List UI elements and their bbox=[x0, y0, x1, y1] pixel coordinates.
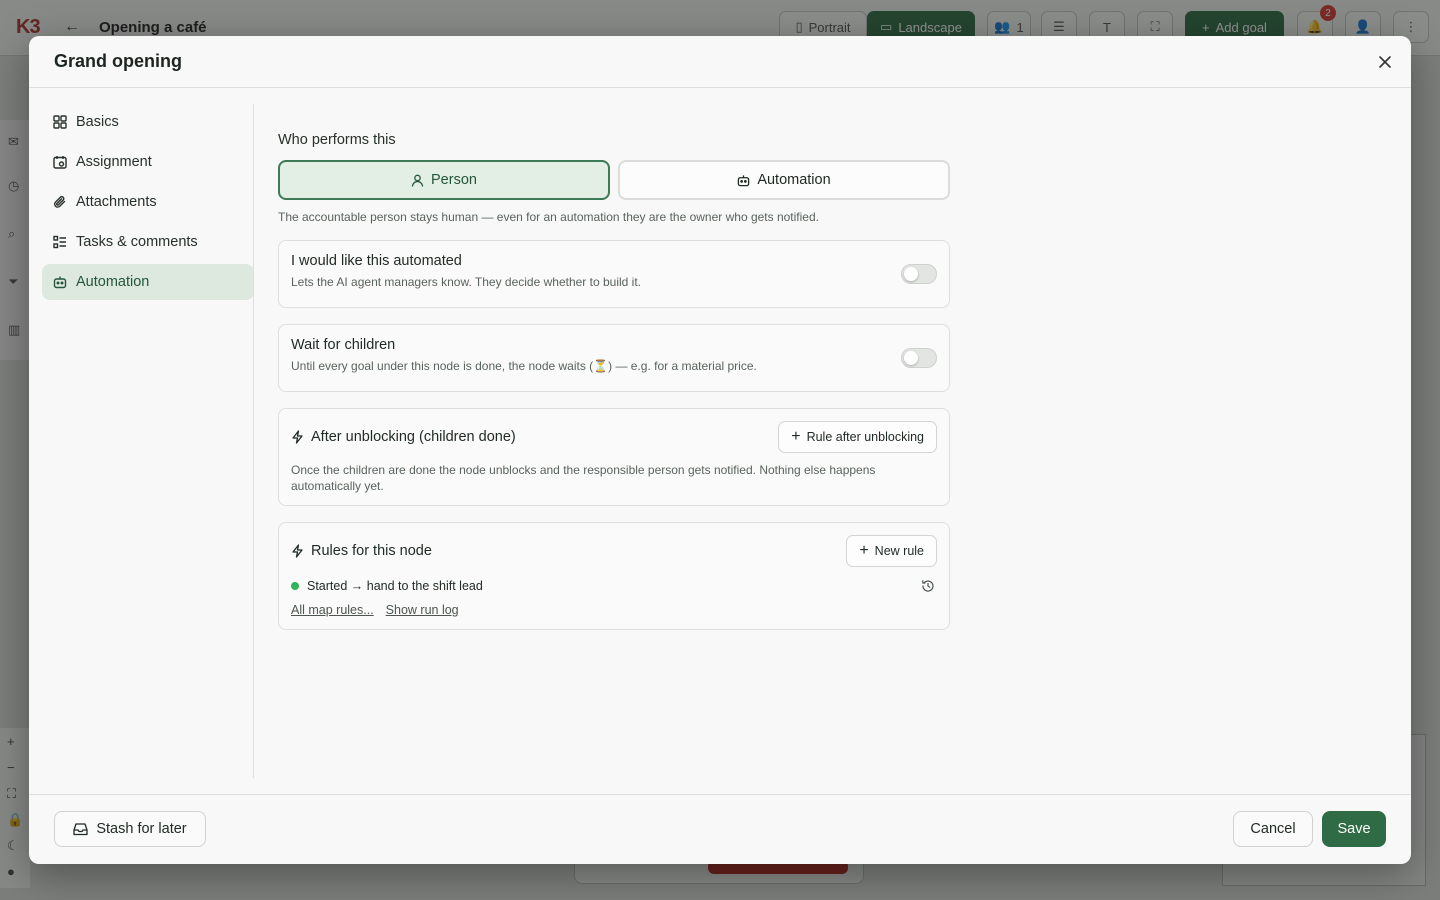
nav-item-label: Tasks & comments bbox=[76, 234, 198, 250]
lightning-icon bbox=[292, 430, 303, 444]
after-unblocking-title: After unblocking (children done) bbox=[311, 429, 516, 445]
toggle-knob bbox=[904, 267, 918, 281]
wait-children-card: Wait for children Until every goal under… bbox=[278, 324, 950, 392]
rule-item-text: Started → hand to the shift lead bbox=[307, 579, 483, 593]
plus-icon: + bbox=[791, 428, 801, 445]
close-icon bbox=[1379, 56, 1391, 68]
modal-footer: Stash for later Cancel Save bbox=[29, 794, 1411, 864]
rule-status-dot bbox=[291, 582, 299, 590]
nav-item-tasks-comments[interactable]: Tasks & comments bbox=[42, 224, 254, 260]
after-unblocking-desc: Once the children are done the node unbl… bbox=[291, 463, 876, 493]
nav-item-attachments[interactable]: Attachments bbox=[42, 184, 254, 220]
wait-children-toggle[interactable] bbox=[901, 348, 937, 368]
nav-item-label: Assignment bbox=[76, 154, 152, 170]
save-button[interactable]: Save bbox=[1322, 811, 1386, 847]
wait-children-desc: Until every goal under this node is done… bbox=[291, 359, 757, 373]
new-rule-button[interactable]: + New rule bbox=[846, 535, 937, 567]
nav-item-assignment[interactable]: Assignment bbox=[42, 144, 254, 180]
rule-after-unblocking-button[interactable]: + Rule after unblocking bbox=[778, 421, 937, 453]
performer-label: Who performs this bbox=[278, 132, 396, 148]
performer-person-option[interactable]: Person bbox=[278, 160, 610, 200]
robot-icon bbox=[738, 174, 750, 186]
after-unblocking-card: After unblocking (children done) + Rule … bbox=[278, 408, 950, 506]
node-rules-head: Rules for this node + New rule bbox=[291, 535, 937, 567]
all-map-rules-link[interactable]: All map rules... bbox=[291, 603, 374, 617]
nav-item-label: Attachments bbox=[76, 194, 157, 210]
automation-request-card: I would like this automated Lets the AI … bbox=[278, 240, 950, 308]
goal-modal: Grand opening Basics Assignment Attachme… bbox=[29, 36, 1411, 864]
history-icon[interactable] bbox=[921, 579, 935, 593]
cancel-button[interactable]: Cancel bbox=[1233, 811, 1313, 847]
robot-icon bbox=[52, 275, 67, 290]
toggle-knob bbox=[904, 351, 918, 365]
lightning-icon bbox=[292, 544, 303, 558]
performer-person-label: Person bbox=[431, 172, 477, 188]
wait-children-title: Wait for children bbox=[291, 337, 396, 353]
person-icon bbox=[411, 174, 424, 187]
performer-automation-label: Automation bbox=[757, 172, 831, 188]
automation-panel: Who performs this Person Automation The … bbox=[278, 132, 950, 646]
performer-automation-option[interactable]: Automation bbox=[618, 160, 950, 200]
nav-item-label: Automation bbox=[76, 274, 150, 290]
checklist-icon bbox=[52, 235, 67, 250]
paperclip-icon bbox=[52, 195, 67, 210]
show-run-log-link[interactable]: Show run log bbox=[386, 603, 459, 617]
close-button[interactable] bbox=[1373, 50, 1397, 74]
rules-links: All map rules... Show run log bbox=[291, 603, 937, 617]
nav-item-basics[interactable]: Basics bbox=[42, 104, 254, 140]
nav-divider bbox=[253, 104, 254, 778]
modal-title: Grand opening bbox=[54, 51, 182, 71]
node-rules-title: Rules for this node bbox=[311, 543, 432, 559]
automation-request-title: I would like this automated bbox=[291, 253, 462, 269]
stash-for-later-button[interactable]: Stash for later bbox=[54, 811, 206, 847]
nav-item-label: Basics bbox=[76, 114, 119, 130]
modal-header: Grand opening bbox=[29, 36, 1411, 88]
automation-request-toggle[interactable] bbox=[901, 264, 937, 284]
plus-icon: + bbox=[859, 542, 869, 559]
node-rules-card: Rules for this node + New rule Started →… bbox=[278, 522, 950, 630]
performer-selector: Person Automation bbox=[278, 160, 950, 200]
rule-item[interactable]: Started → hand to the shift lead bbox=[291, 579, 937, 593]
after-unblocking-head: After unblocking (children done) + Rule … bbox=[291, 421, 937, 453]
nav-item-automation[interactable]: Automation bbox=[42, 264, 254, 300]
grid-icon bbox=[52, 115, 67, 130]
modal-side-nav: Basics Assignment Attachments Tasks & co… bbox=[42, 104, 254, 304]
performer-hint: The accountable person stays human — eve… bbox=[278, 210, 819, 224]
automation-request-desc: Lets the AI agent managers know. They de… bbox=[291, 275, 641, 289]
inbox-icon bbox=[73, 823, 89, 836]
calendar-user-icon bbox=[52, 155, 67, 170]
